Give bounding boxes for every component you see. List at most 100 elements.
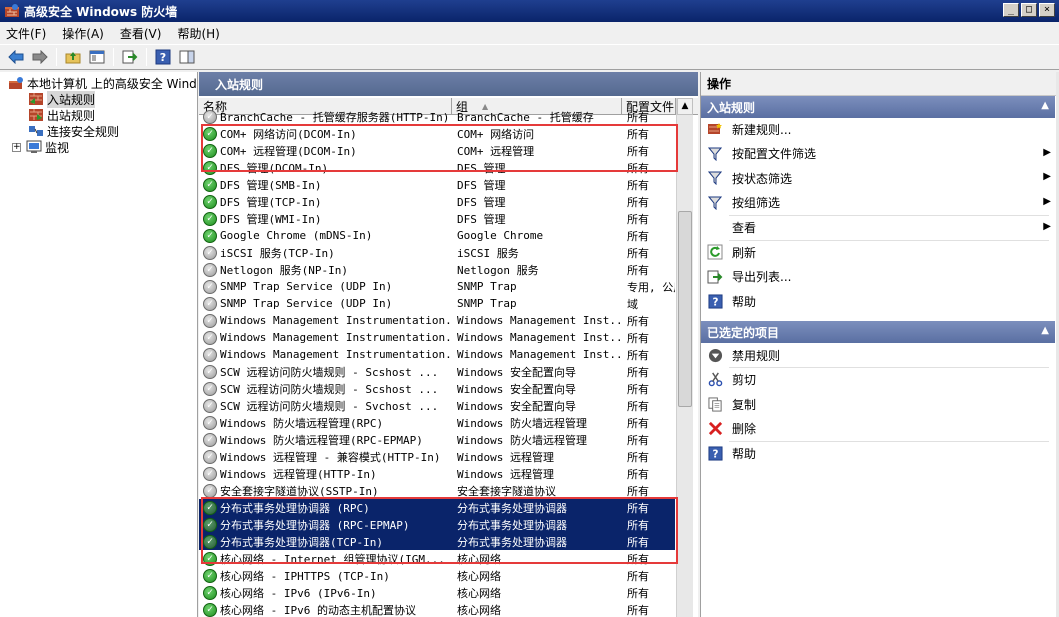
- action-item[interactable]: 查看 ▶: [707, 218, 1055, 238]
- action-item[interactable]: 复制: [707, 394, 1055, 414]
- tree-item-outbound-rules[interactable]: 出站规则: [28, 107, 95, 123]
- rules-scrollbar[interactable]: ▲: [676, 98, 693, 617]
- action-item[interactable]: 新建规则...: [707, 119, 1055, 139]
- table-row[interactable]: ✓ DFS 管理(TCP-In) DFS 管理 所有: [199, 193, 675, 210]
- action-label: 帮助: [732, 447, 757, 461]
- toolbar-separator: [113, 48, 114, 66]
- action-label: 禁用规则: [732, 348, 781, 363]
- rule-profile: 所有: [627, 399, 649, 413]
- up-level-button[interactable]: [63, 47, 83, 67]
- rule-profile: 所有: [627, 314, 649, 328]
- rule-name: Windows 远程管理 - 兼容模式(HTTP-In): [220, 450, 441, 464]
- maximize-button[interactable]: □: [1021, 3, 1037, 17]
- action-item[interactable]: 按状态筛选 ▶: [707, 168, 1055, 188]
- collapse-up-icon[interactable]: ▲: [1041, 100, 1049, 111]
- rule-enabled-icon: ✓: [203, 602, 217, 617]
- filter-icon: [707, 170, 723, 186]
- export-list-button[interactable]: [120, 47, 140, 67]
- tree-item-label: 连接安全规则: [47, 124, 120, 139]
- action-label: 剪切: [732, 373, 757, 387]
- action-item[interactable]: ? 帮助: [707, 444, 1055, 464]
- monitoring-icon: [26, 140, 42, 153]
- menu-view[interactable]: 查看(V): [120, 25, 162, 42]
- menu-file[interactable]: 文件(F): [6, 25, 46, 42]
- help-button[interactable]: ?: [153, 47, 173, 67]
- table-row[interactable]: ✓ Windows Management Instrumentation... Wi…: [199, 312, 675, 329]
- table-row[interactable]: ✓ Windows 远程管理 - 兼容模式(HTTP-In) Windows 远程管…: [199, 448, 675, 465]
- submenu-arrow-icon: ▶: [1043, 146, 1051, 158]
- collapse-up-icon[interactable]: ▲: [1041, 325, 1049, 336]
- table-row[interactable]: ✓ Windows 远程管理(HTTP-In) Windows 远程管理 所有: [199, 465, 675, 482]
- action-item[interactable]: 按配置文件筛选 ▶: [707, 144, 1055, 164]
- scroll-up-arrow-icon[interactable]: ▲: [677, 98, 693, 115]
- submenu-arrow-icon: ▶: [1043, 220, 1051, 232]
- table-row[interactable]: ✓ BranchCache - 托管缓存服务器(HTTP-In) BranchCac…: [199, 108, 675, 125]
- export-icon: [122, 50, 138, 64]
- action-item[interactable]: 剪切: [707, 370, 1055, 390]
- table-row[interactable]: ✓ Windows Management Instrumentation... Wi…: [199, 329, 675, 346]
- rule-group: DFS 管理: [457, 212, 506, 226]
- action-item[interactable]: ? 帮助: [707, 291, 1055, 311]
- action-item[interactable]: 刷新: [707, 242, 1055, 262]
- rule-name: Windows 远程管理(HTTP-In): [220, 467, 377, 481]
- show-hide-tree-button[interactable]: [87, 47, 107, 67]
- firewall-app-icon: [5, 4, 19, 17]
- table-row[interactable]: ✓ SCW 远程访问防火墙规则 - Scshost ... Windows 安全配置…: [199, 380, 675, 397]
- rule-profile: 专用, 公用: [627, 280, 675, 294]
- rule-group: SNMP Trap: [457, 280, 517, 293]
- scroll-thumb[interactable]: [678, 211, 692, 407]
- tree-item-monitoring[interactable]: + 监视: [12, 139, 69, 155]
- action-label: 新建规则...: [732, 122, 792, 137]
- back-button[interactable]: [6, 47, 26, 67]
- action-label: 删除: [732, 422, 757, 436]
- show-hide-action-pane-button[interactable]: [177, 47, 197, 67]
- table-row[interactable]: ✓ SNMP Trap Service (UDP In) SNMP Trap 专用, …: [199, 278, 675, 295]
- action-item[interactable]: 导出列表...: [707, 267, 1055, 287]
- action-label: 帮助: [732, 294, 757, 309]
- table-row[interactable]: ✓ DFS 管理(SMB-In) DFS 管理 所有: [199, 176, 675, 193]
- svg-text:?: ?: [712, 296, 718, 308]
- toolbar: ?: [0, 44, 1059, 70]
- actions-section-inbound[interactable]: 入站规则 ▲: [701, 96, 1055, 118]
- table-row[interactable]: ✓ Windows Management Instrumentation... Wi…: [199, 346, 675, 363]
- table-row[interactable]: ✓ SNMP Trap Service (UDP In) SNMP Trap 域: [199, 295, 675, 312]
- action-item[interactable]: 删除: [707, 419, 1055, 439]
- close-button[interactable]: ×: [1039, 3, 1055, 17]
- table-row[interactable]: ✓ 核心网络 - IPv6 的动态主机配置协议 核心网络 所有: [199, 601, 675, 617]
- table-row[interactable]: ✓ iSCSI 服务(TCP-In) iSCSI 服务 所有: [199, 244, 675, 261]
- rule-group: 核心网络: [457, 569, 501, 583]
- table-row[interactable]: ✓ 核心网络 - IPv6 (IPv6-In) 核心网络 所有: [199, 584, 675, 601]
- table-row[interactable]: ✓ 核心网络 - IPHTTPS (TCP-In) 核心网络 所有: [199, 567, 675, 584]
- minimize-button[interactable]: _: [1003, 3, 1019, 17]
- rule-group: DFS 管理: [457, 195, 506, 209]
- table-row[interactable]: ✓ Google Chrome (mDNS-In) Google Chrome 所有: [199, 227, 675, 244]
- rule-name: SNMP Trap Service (UDP In): [220, 297, 393, 310]
- tree-root[interactable]: 本地计算机 上的高级安全 Windows 防火墙: [8, 75, 197, 91]
- tree-item-connection-security-rules[interactable]: 连接安全规则: [28, 123, 119, 139]
- action-separator: [729, 239, 1049, 241]
- rule-disabled-icon: ✓: [203, 364, 217, 379]
- rule-name: DFS 管理(WMI-In): [220, 212, 322, 226]
- title-bar[interactable]: 高级安全 Windows 防火墙 _ □ ×: [0, 0, 1059, 22]
- menu-help[interactable]: 帮助(H): [177, 25, 219, 42]
- action-item[interactable]: 按组筛选 ▶: [707, 193, 1055, 213]
- rule-profile: 所有: [627, 263, 649, 277]
- rule-disabled-icon: ✓: [203, 109, 217, 124]
- table-row[interactable]: ✓ Windows 防火墙远程管理(RPC) Windows 防火墙远程管理 所有: [199, 414, 675, 431]
- filter-icon: [707, 195, 723, 211]
- table-row[interactable]: ✓ Netlogon 服务(NP-In) Netlogon 服务 所有: [199, 261, 675, 278]
- table-row[interactable]: ✓ Windows 防火墙远程管理(RPC-EPMAP) Windows 防火墙远程…: [199, 431, 675, 448]
- table-row[interactable]: ✓ DFS 管理(WMI-In) DFS 管理 所有: [199, 210, 675, 227]
- delete-icon: [707, 421, 723, 437]
- rule-group: BranchCache - 托管缓存: [457, 110, 594, 124]
- table-row[interactable]: ✓ SCW 远程访问防火墙规则 - Svchost ... Windows 安全配置…: [199, 397, 675, 414]
- menu-action[interactable]: 操作(A): [62, 25, 104, 42]
- rule-name-cell: ✓ Windows 防火墙远程管理(RPC): [203, 415, 451, 431]
- table-row[interactable]: ✓ SCW 远程访问防火墙规则 - Scshost ... Windows 安全配置…: [199, 363, 675, 380]
- action-item[interactable]: 禁用规则: [707, 345, 1055, 365]
- forward-button[interactable]: [30, 47, 50, 67]
- expand-icon[interactable]: +: [12, 142, 21, 152]
- svg-text:?: ?: [712, 448, 718, 460]
- actions-section-selected[interactable]: 已选定的项目 ▲: [701, 321, 1055, 343]
- tree-item-inbound-rules[interactable]: 入站规则: [28, 90, 96, 108]
